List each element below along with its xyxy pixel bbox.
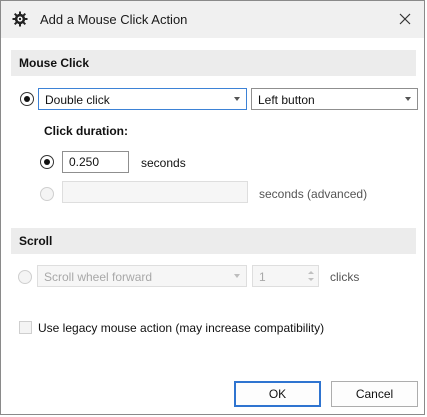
duration-seconds-radio[interactable] (40, 155, 54, 169)
close-icon (399, 13, 411, 25)
close-button[interactable] (392, 6, 418, 32)
click-type-dropdown[interactable]: Double click (38, 88, 247, 110)
dialog-content: Mouse Click Double click Left button Cli… (1, 38, 424, 414)
advanced-duration-input[interactable] (62, 181, 248, 203)
mouse-button-value: Left button (258, 93, 315, 107)
duration-input-field[interactable] (63, 152, 128, 172)
scroll-direction-value: Scroll wheel forward (44, 270, 153, 284)
advanced-duration-input-field[interactable] (63, 182, 247, 202)
ok-button[interactable]: OK (234, 381, 321, 407)
add-mouse-click-action-dialog: Add a Mouse Click Action Mouse Click Dou… (0, 0, 425, 415)
chevron-down-icon (234, 97, 240, 101)
click-type-value: Double click (45, 93, 110, 107)
spin-down-icon[interactable] (308, 278, 314, 281)
window-title: Add a Mouse Click Action (40, 12, 188, 27)
chevron-down-icon (234, 274, 240, 278)
gear-icon (12, 11, 28, 27)
cancel-button[interactable]: Cancel (331, 381, 418, 407)
scroll-direction-dropdown[interactable]: Scroll wheel forward (37, 265, 247, 287)
scroll-clicks-unit-label: clicks (330, 270, 360, 284)
scroll-section-header: Scroll (11, 228, 416, 254)
legacy-mouse-checkbox[interactable] (19, 321, 32, 334)
mouse-click-radio[interactable] (20, 92, 34, 106)
title-bar[interactable]: Add a Mouse Click Action (1, 1, 424, 38)
duration-advanced-radio[interactable] (40, 187, 54, 201)
scroll-radio[interactable] (18, 270, 32, 284)
scroll-clicks-value: 1 (259, 270, 266, 284)
scroll-clicks-spinner[interactable]: 1 (252, 265, 319, 287)
chevron-down-icon (405, 97, 411, 101)
duration-input[interactable] (62, 151, 129, 173)
legacy-mouse-label[interactable]: Use legacy mouse action (may increase co… (38, 321, 324, 335)
mouse-click-section-header: Mouse Click (11, 50, 416, 76)
mouse-button-dropdown[interactable]: Left button (251, 88, 418, 110)
click-duration-label: Click duration: (44, 124, 129, 138)
mouse-click-header-label: Mouse Click (19, 56, 90, 70)
advanced-unit-label: seconds (advanced) (259, 187, 368, 201)
duration-unit-label: seconds (141, 156, 186, 170)
spin-up-icon[interactable] (308, 271, 314, 274)
scroll-header-label: Scroll (19, 234, 53, 248)
